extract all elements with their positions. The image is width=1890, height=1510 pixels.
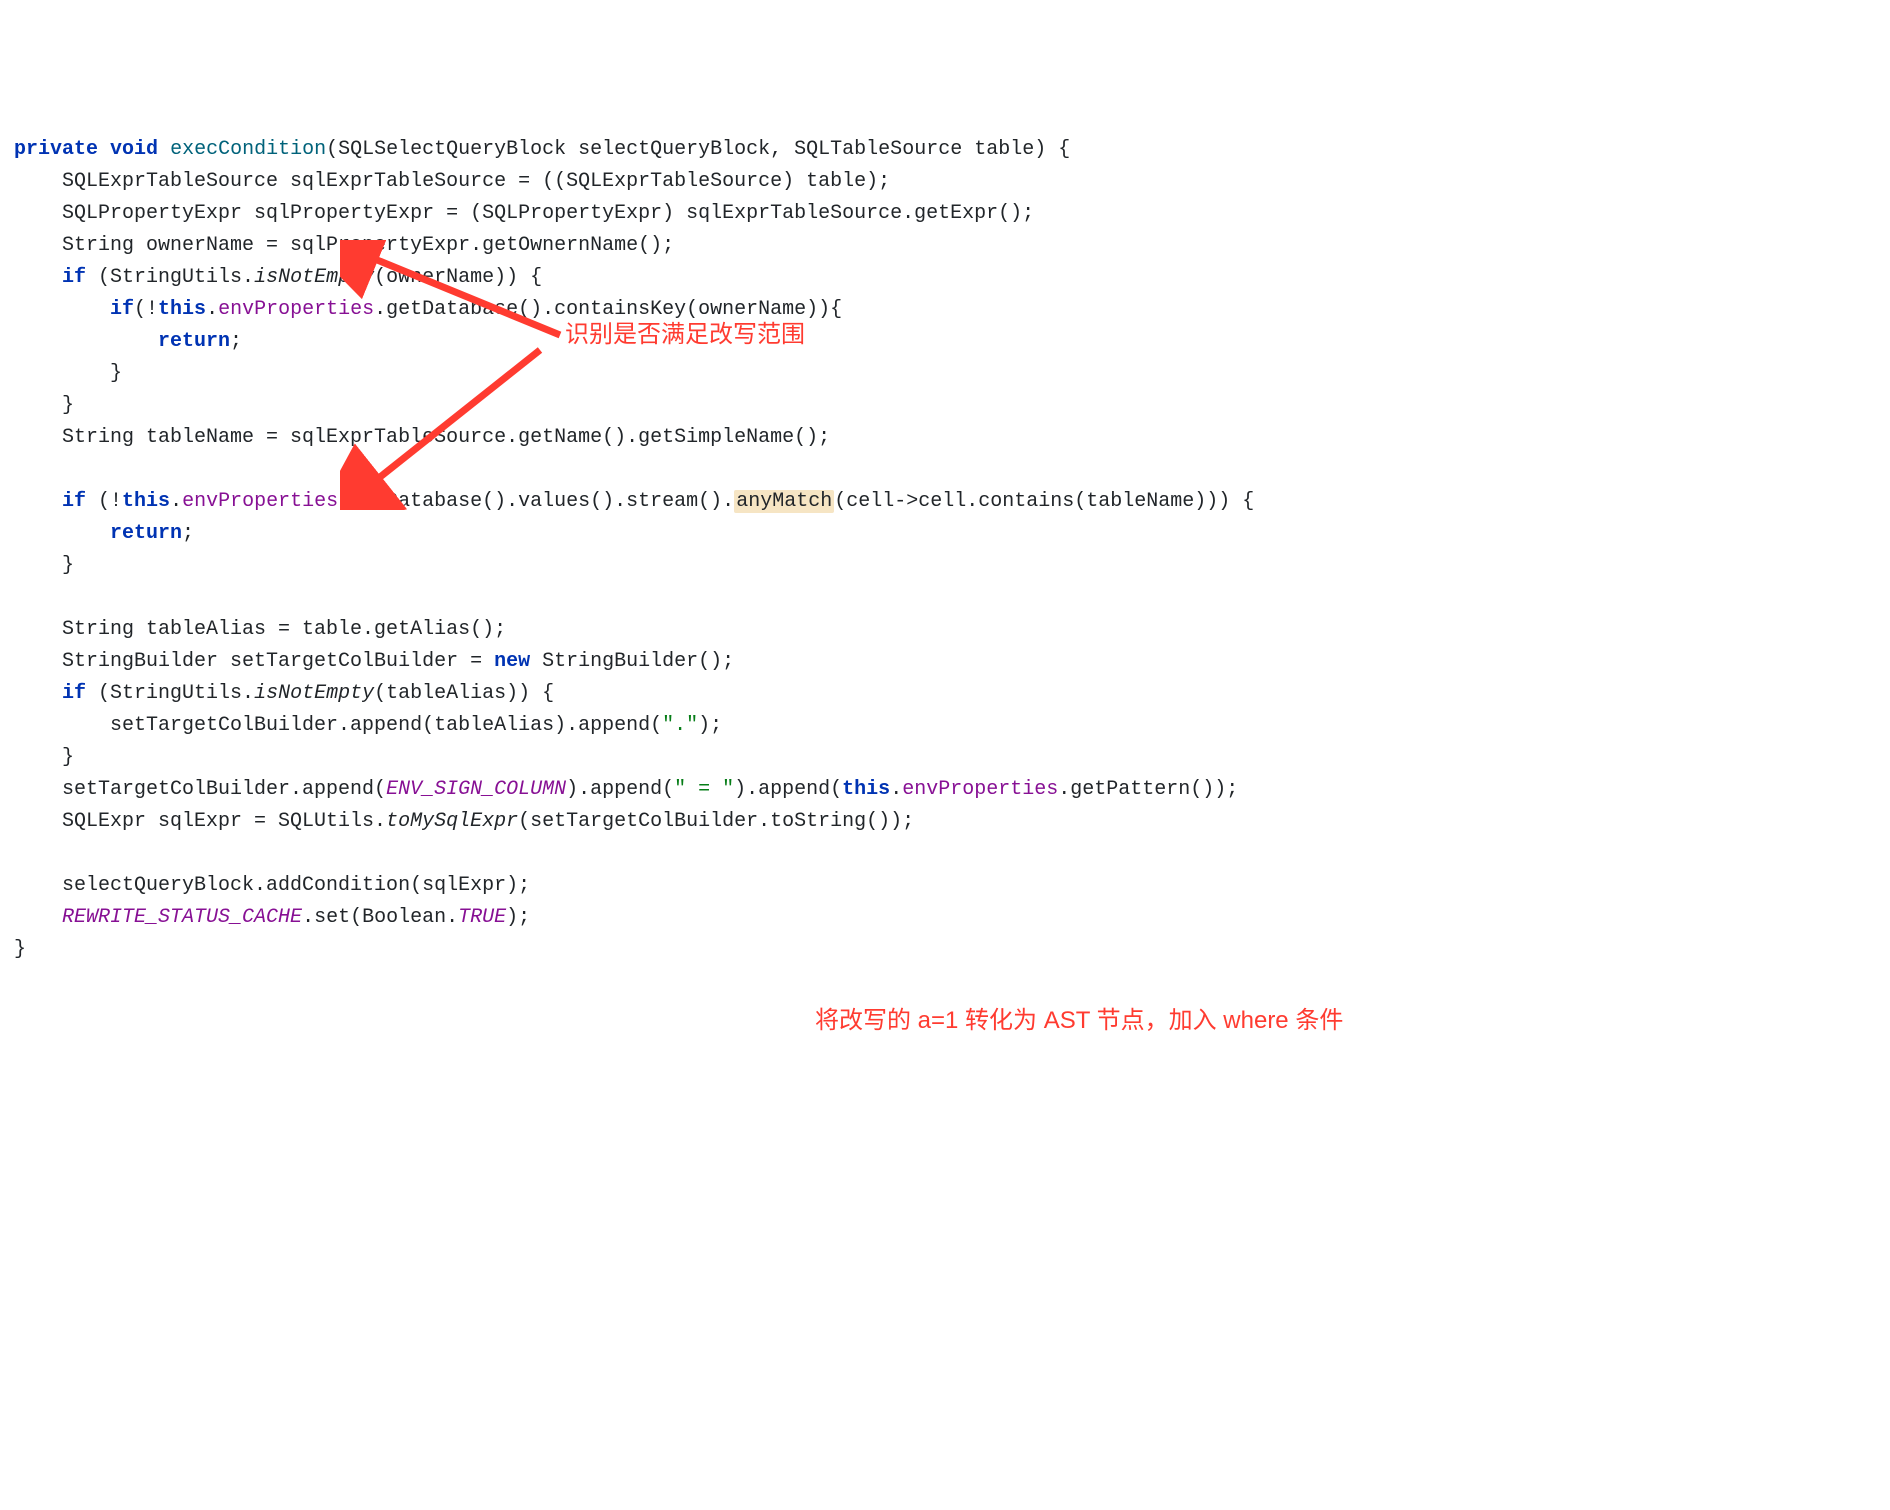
line-19a: setTargetColBuilder.append(tableAlias).a… (14, 714, 662, 737)
line-21c: ).append( (734, 778, 842, 801)
line-24: selectQueryBlock.addCondition(sqlExpr); (14, 874, 530, 897)
semicolon: ; (230, 330, 242, 353)
method-toMySqlExpr: toMySqlExpr (386, 810, 518, 833)
line-16: String tableAlias = table.getAlias(); (14, 618, 506, 641)
dot-2: . (170, 490, 182, 513)
highlighted-anyMatch: anyMatch (734, 490, 834, 513)
line-17b: StringBuilder(); (530, 650, 734, 673)
keyword-private: private (14, 138, 98, 161)
line-17a: StringBuilder setTargetColBuilder = (14, 650, 494, 673)
keyword-if-3: if (62, 490, 86, 513)
string-eq: " = " (674, 778, 734, 801)
const-env-sign-column: ENV_SIGN_COLUMN (386, 778, 566, 801)
semicolon-2: ; (182, 522, 194, 545)
field-envProperties-2: envProperties (182, 490, 338, 513)
keyword-this-3: this (842, 778, 890, 801)
line-21a: setTargetColBuilder.append( (14, 778, 386, 801)
line-5b: (ownerName)) { (374, 266, 542, 289)
line-12a: (! (86, 490, 122, 513)
line-6a: (! (134, 298, 158, 321)
line-25a: .set(Boolean. (302, 906, 458, 929)
method-isNotEmpty-2: isNotEmpty (254, 682, 374, 705)
keyword-if: if (62, 266, 86, 289)
const-true: TRUE (458, 906, 506, 929)
annotation-ast-node: 将改写的 a=1 转化为 AST 节点，加入 where 条件 (815, 1002, 1343, 1040)
line-4: String ownerName = sqlPropertyExpr.getOw… (14, 234, 674, 257)
line-21b: ).append( (566, 778, 674, 801)
signature: (SQLSelectQueryBlock selectQueryBlock, S… (326, 138, 1070, 161)
line-5a: (StringUtils. (86, 266, 254, 289)
close-brace-3: } (62, 554, 74, 577)
code-block: private void execCondition(SQLSelectQuer… (14, 134, 1876, 966)
close-brace-2: } (62, 394, 74, 417)
close-brace-method: } (14, 938, 26, 961)
line-21d: .getPattern()); (1058, 778, 1238, 801)
dot-3: . (890, 778, 902, 801)
keyword-new: new (494, 650, 530, 673)
line-22a: SQLExpr sqlExpr = SQLUtils. (14, 810, 386, 833)
string-dot: "." (662, 714, 698, 737)
close-brace: } (110, 362, 122, 385)
keyword-if-2: if (110, 298, 134, 321)
field-envProperties-3: envProperties (902, 778, 1058, 801)
line-2: SQLExprTableSource sqlExprTableSource = … (14, 170, 890, 193)
keyword-return-2: return (110, 522, 182, 545)
keyword-return: return (158, 330, 230, 353)
keyword-this-2: this (122, 490, 170, 513)
dot: . (206, 298, 218, 321)
line-12b: .getDatabase().values().stream(). (338, 490, 734, 513)
line-18a: (StringUtils. (86, 682, 254, 705)
line-25b: ); (506, 906, 530, 929)
line-3: SQLPropertyExpr sqlPropertyExpr = (SQLPr… (14, 202, 1034, 225)
line-18b: (tableAlias)) { (374, 682, 554, 705)
field-envProperties: envProperties (218, 298, 374, 321)
keyword-if-4: if (62, 682, 86, 705)
line-22b: (setTargetColBuilder.toString()); (518, 810, 914, 833)
method-name: execCondition (170, 138, 326, 161)
line-19b: ); (698, 714, 722, 737)
keyword-void: void (110, 138, 158, 161)
line-12c: (cell->cell.contains(tableName))) { (834, 490, 1254, 513)
line-10: String tableName = sqlExprTableSource.ge… (14, 426, 830, 449)
keyword-this: this (158, 298, 206, 321)
annotation-rewrite-scope: 识别是否满足改写范围 (565, 316, 805, 354)
close-brace-4: } (62, 746, 74, 769)
method-isNotEmpty: isNotEmpty (254, 266, 374, 289)
const-rewrite-status-cache: REWRITE_STATUS_CACHE (62, 906, 302, 929)
